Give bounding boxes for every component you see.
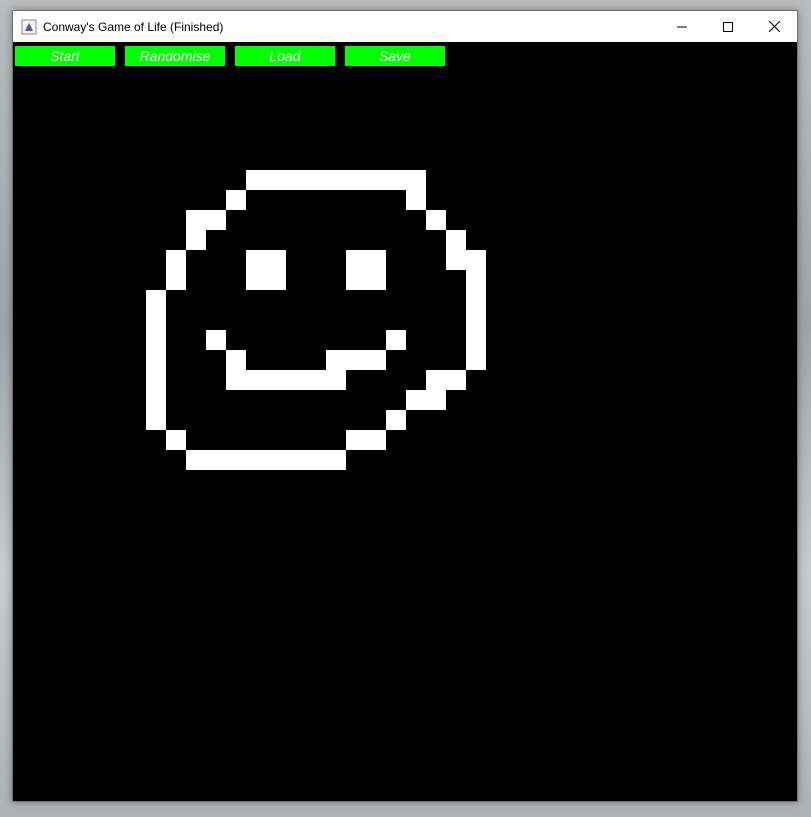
java-app-icon (21, 19, 37, 35)
close-button[interactable] (751, 11, 797, 42)
live-cell[interactable] (146, 370, 166, 390)
live-cell[interactable] (226, 370, 246, 390)
minimize-button[interactable] (659, 11, 705, 42)
live-cell[interactable] (426, 370, 446, 390)
live-cell[interactable] (206, 330, 226, 350)
live-cell[interactable] (186, 210, 206, 230)
live-cell[interactable] (366, 170, 386, 190)
live-cell[interactable] (146, 410, 166, 430)
live-cell[interactable] (406, 190, 426, 210)
live-cell[interactable] (466, 310, 486, 330)
live-cell[interactable] (466, 330, 486, 350)
live-cell[interactable] (186, 450, 206, 470)
live-cell[interactable] (466, 350, 486, 370)
live-cell[interactable] (146, 390, 166, 410)
live-cell[interactable] (366, 270, 386, 290)
live-cell[interactable] (366, 430, 386, 450)
live-cell[interactable] (166, 270, 186, 290)
live-cell[interactable] (426, 210, 446, 230)
live-cell[interactable] (286, 170, 306, 190)
live-cell[interactable] (346, 430, 366, 450)
live-cell[interactable] (366, 250, 386, 270)
live-cell[interactable] (166, 250, 186, 270)
live-cell[interactable] (286, 370, 306, 390)
toolbar: Start Randomise Load Save (13, 42, 797, 70)
live-cell[interactable] (386, 410, 406, 430)
randomise-button[interactable]: Randomise (125, 46, 225, 66)
live-cell[interactable] (346, 170, 366, 190)
live-cell[interactable] (246, 250, 266, 270)
live-cell[interactable] (226, 450, 246, 470)
live-cell[interactable] (326, 370, 346, 390)
game-window: Conway's Game of Life (Finished) Start R… (12, 10, 798, 802)
live-cell[interactable] (246, 170, 266, 190)
live-cell[interactable] (326, 350, 346, 370)
maximize-icon (723, 21, 733, 32)
live-cell[interactable] (446, 250, 466, 270)
live-cell[interactable] (466, 270, 486, 290)
live-cell[interactable] (266, 170, 286, 190)
live-cell[interactable] (366, 350, 386, 370)
live-cell[interactable] (346, 270, 366, 290)
live-cell[interactable] (146, 310, 166, 330)
save-button[interactable]: Save (345, 46, 445, 66)
game-board[interactable] (13, 11, 799, 803)
live-cell[interactable] (326, 170, 346, 190)
load-button[interactable]: Load (235, 46, 335, 66)
live-cell[interactable] (286, 450, 306, 470)
live-cell[interactable] (426, 390, 446, 410)
live-cell[interactable] (266, 270, 286, 290)
maximize-button[interactable] (705, 11, 751, 42)
live-cell[interactable] (386, 170, 406, 190)
live-cell[interactable] (146, 290, 166, 310)
live-cell[interactable] (326, 450, 346, 470)
live-cell[interactable] (446, 370, 466, 390)
live-cell[interactable] (346, 250, 366, 270)
close-icon (768, 21, 780, 32)
live-cell[interactable] (386, 330, 406, 350)
live-cell[interactable] (306, 450, 326, 470)
title-bar[interactable]: Conway's Game of Life (Finished) (13, 11, 797, 42)
live-cell[interactable] (146, 330, 166, 350)
live-cell[interactable] (226, 350, 246, 370)
live-cell[interactable] (226, 190, 246, 210)
live-cell[interactable] (446, 230, 466, 250)
minimize-icon (677, 26, 687, 27)
live-cell[interactable] (206, 210, 226, 230)
live-cell[interactable] (306, 370, 326, 390)
live-cell[interactable] (206, 450, 226, 470)
live-cell[interactable] (246, 370, 266, 390)
start-button[interactable]: Start (15, 46, 115, 66)
live-cell[interactable] (466, 250, 486, 270)
live-cell[interactable] (266, 370, 286, 390)
window-title: Conway's Game of Life (Finished) (43, 19, 224, 34)
live-cell[interactable] (346, 350, 366, 370)
live-cell[interactable] (306, 170, 326, 190)
live-cell[interactable] (186, 230, 206, 250)
live-cell[interactable] (406, 390, 426, 410)
live-cell[interactable] (266, 450, 286, 470)
live-cell[interactable] (466, 290, 486, 310)
live-cell[interactable] (166, 430, 186, 450)
live-cell[interactable] (406, 170, 426, 190)
live-cell[interactable] (246, 270, 266, 290)
live-cell[interactable] (146, 350, 166, 370)
live-cell[interactable] (266, 250, 286, 270)
live-cell[interactable] (246, 450, 266, 470)
